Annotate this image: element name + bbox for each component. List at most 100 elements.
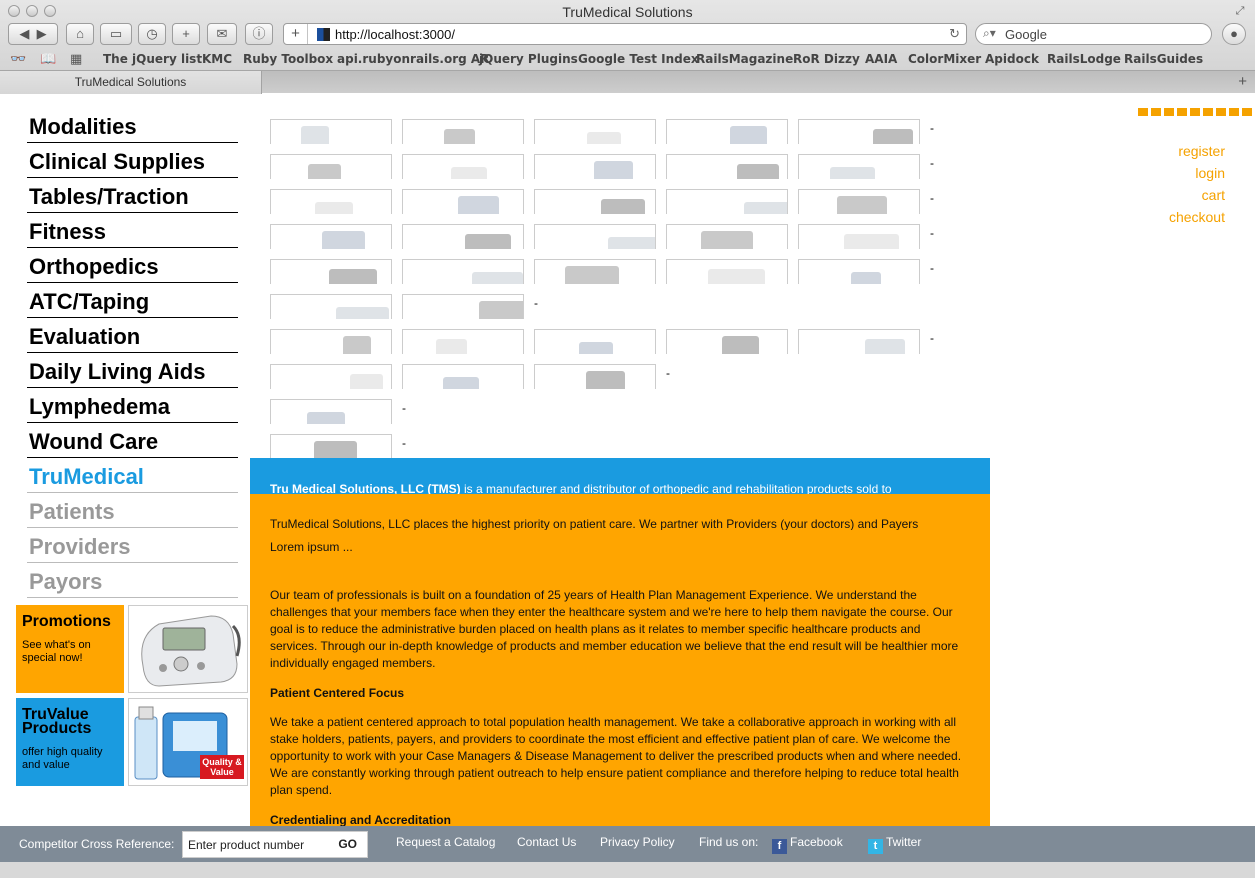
bookmark-item[interactable]: ColorMixer	[908, 52, 981, 66]
mail-icon[interactable]: ✉	[207, 23, 237, 45]
bookmark-item[interactable]: Ruby Toolbox	[243, 52, 333, 66]
forward-arrow-icon[interactable]: ▶	[37, 26, 47, 41]
search-field[interactable]: ⌕▾ Google	[975, 23, 1212, 45]
facebook-link[interactable]: f Facebook	[772, 835, 843, 854]
bookmark-item[interactable]: The jQuery list	[103, 52, 202, 66]
history-icon[interactable]: ◷	[138, 23, 166, 45]
promotions-product-image[interactable]	[128, 605, 248, 693]
bookmark-item[interactable]: AAIA	[865, 52, 897, 66]
product-thumbnail[interactable]	[270, 259, 392, 284]
product-thumbnail[interactable]	[270, 119, 392, 144]
product-thumbnail[interactable]	[666, 259, 788, 284]
product-thumbnail[interactable]	[798, 119, 920, 144]
product-thumbnail[interactable]	[402, 119, 524, 144]
product-thumbnail[interactable]	[666, 224, 788, 249]
nav-orthopedics[interactable]: Orthopedics	[27, 248, 238, 283]
nav-wound-care[interactable]: Wound Care	[27, 423, 238, 458]
nav-lymphedema[interactable]: Lymphedema	[27, 388, 238, 423]
downloads-icon[interactable]: ●	[1222, 23, 1246, 45]
tab-trumedical[interactable]: TruMedical Solutions	[0, 71, 262, 94]
product-thumbnail[interactable]	[402, 224, 524, 249]
product-thumbnail[interactable]	[798, 329, 920, 354]
back-arrow-icon[interactable]: ◀	[19, 26, 29, 41]
nav-patients[interactable]: Patients	[27, 493, 238, 528]
go-button[interactable]: GO	[338, 837, 357, 851]
product-thumbnail[interactable]	[402, 259, 524, 284]
contact-us-link[interactable]: Contact Us	[517, 835, 576, 849]
bookmark-item[interactable]: Google Test Index	[578, 52, 699, 66]
add-bookmark-icon[interactable]: +	[172, 23, 200, 45]
bookmark-item[interactable]: KMC	[202, 52, 232, 66]
product-thumbnail[interactable]	[666, 119, 788, 144]
nav-atc-taping[interactable]: ATC/Taping	[27, 283, 238, 318]
product-thumbnail[interactable]	[270, 329, 392, 354]
nav-payors[interactable]: Payors	[27, 563, 238, 598]
cart-link[interactable]: cart	[1169, 184, 1225, 206]
url-text[interactable]: http://localhost:3000/	[335, 27, 455, 42]
bookmark-item[interactable]: api.rubyonrails.org AR	[337, 52, 489, 66]
product-thumbnail[interactable]	[534, 329, 656, 354]
bookmark-item[interactable]: RailsLodge	[1047, 52, 1121, 66]
back-forward-buttons[interactable]: ◀ ▶	[8, 23, 58, 45]
product-thumbnail[interactable]	[534, 224, 656, 249]
nav-providers[interactable]: Providers	[27, 528, 238, 563]
product-thumbnail[interactable]	[798, 154, 920, 179]
bookmarks-book-icon[interactable]: 📖	[40, 51, 56, 67]
add-tab-plus-icon[interactable]: +	[284, 24, 308, 44]
nav-tables-traction[interactable]: Tables/Traction	[27, 178, 238, 213]
checkout-link[interactable]: checkout	[1169, 206, 1225, 228]
product-thumbnail[interactable]	[666, 329, 788, 354]
twitter-link[interactable]: t Twitter	[868, 835, 921, 854]
truvalue-box[interactable]: TruValue Products offer high quality and…	[16, 698, 124, 786]
product-number-input[interactable]: Enter product number GO	[182, 831, 368, 858]
nav-clinical-supplies[interactable]: Clinical Supplies	[27, 143, 238, 178]
product-thumbnail[interactable]	[270, 399, 392, 424]
reading-list-icon[interactable]: 👓	[10, 51, 26, 67]
product-thumbnail[interactable]	[534, 154, 656, 179]
product-thumbnail[interactable]	[270, 364, 392, 389]
bookmark-item[interactable]: RailsGuides	[1124, 52, 1203, 66]
product-thumbnail[interactable]	[402, 294, 524, 319]
product-thumbnail[interactable]	[270, 434, 392, 459]
product-thumbnail[interactable]	[534, 189, 656, 214]
reload-icon[interactable]: ↻	[949, 26, 960, 42]
product-thumbnail[interactable]	[402, 329, 524, 354]
product-thumbnail[interactable]	[270, 154, 392, 179]
fullscreen-icon[interactable]: ⤢	[1233, 4, 1247, 18]
truvalue-product-image[interactable]: Quality & Value	[128, 698, 248, 786]
reader-icon[interactable]: ▭	[100, 23, 132, 45]
address-bar[interactable]: + http://localhost:3000/ ↻	[283, 23, 967, 45]
bookmark-item[interactable]: jQuery Plugins	[479, 52, 578, 66]
request-catalog-link[interactable]: Request a Catalog	[396, 835, 495, 849]
product-thumbnail[interactable]	[798, 189, 920, 214]
bookmark-item[interactable]: Apidock	[985, 52, 1039, 66]
nav-modalities[interactable]: Modalities	[27, 108, 238, 143]
bookmark-item[interactable]: RailsMagazine	[696, 52, 793, 66]
promotions-box[interactable]: Promotions See what's on special now!	[16, 605, 124, 693]
info-icon[interactable]: ⓘ	[245, 23, 273, 45]
privacy-policy-link[interactable]: Privacy Policy	[600, 835, 675, 849]
product-thumbnail[interactable]	[666, 189, 788, 214]
product-thumbnail[interactable]	[270, 224, 392, 249]
nav-fitness[interactable]: Fitness	[27, 213, 238, 248]
product-thumbnail[interactable]	[270, 189, 392, 214]
product-thumbnail[interactable]	[798, 259, 920, 284]
bookmark-item[interactable]: RoR Dizzy	[793, 52, 860, 66]
product-thumbnail[interactable]	[270, 294, 392, 319]
nav-trumedical[interactable]: TruMedical	[27, 458, 238, 493]
product-thumbnail[interactable]	[402, 154, 524, 179]
product-thumbnail[interactable]	[402, 364, 524, 389]
new-tab-icon[interactable]: +	[1238, 73, 1247, 90]
product-thumbnail[interactable]	[534, 259, 656, 284]
product-thumbnail[interactable]	[402, 189, 524, 214]
product-thumbnail[interactable]	[534, 364, 656, 389]
top-sites-grid-icon[interactable]: ▦	[70, 51, 82, 67]
nav-daily-living-aids[interactable]: Daily Living Aids	[27, 353, 238, 388]
nav-evaluation[interactable]: Evaluation	[27, 318, 238, 353]
product-thumbnail[interactable]	[798, 224, 920, 249]
product-thumbnail[interactable]	[534, 119, 656, 144]
product-thumbnail[interactable]	[666, 154, 788, 179]
login-link[interactable]: login	[1169, 162, 1225, 184]
home-icon[interactable]: ⌂	[66, 23, 94, 45]
register-link[interactable]: register	[1169, 140, 1225, 162]
